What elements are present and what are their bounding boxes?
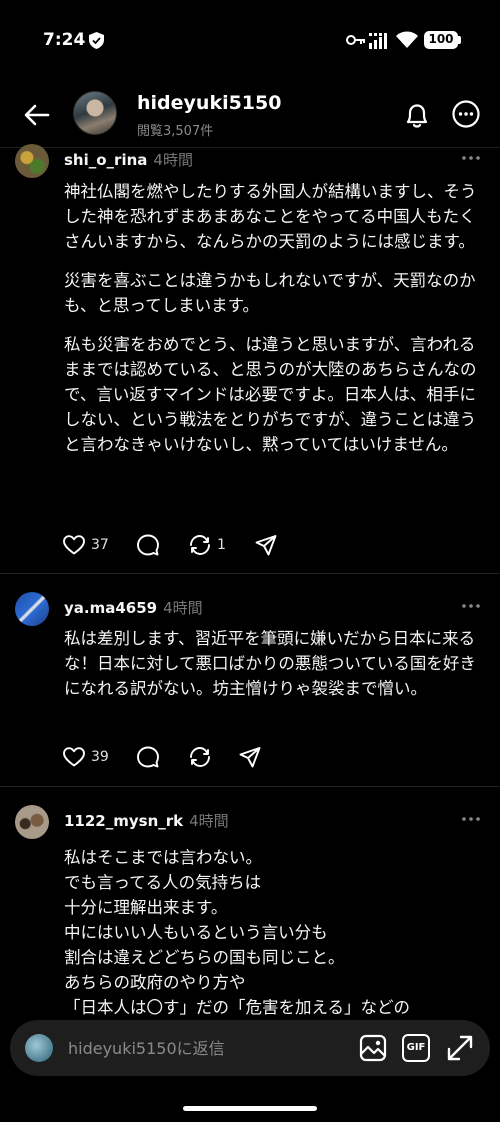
comment-body: 私は差別します、習近平を筆頭に嫌いだから日本に来るな！日本に対して悪口ばかりの悪…: [64, 626, 484, 715]
more-icon[interactable]: [452, 100, 480, 128]
repost-icon: [190, 747, 210, 767]
comment-line: でも言ってる人の気持ちは: [64, 873, 262, 892]
comment-line: あちらの政府のやり方や: [64, 973, 246, 992]
wifi-icon: [396, 31, 418, 48]
comment-paragraph: 神社仏閣を燃やしたりする外国人が結構いますし、そうした神を恐れずまあまあなことを…: [64, 182, 477, 251]
comment-paragraph: 私は差別します、習近平を筆頭に嫌いだから日本に来るな！日本に対して悪口ばかりの悪…: [64, 629, 476, 698]
share-icon: [255, 535, 277, 556]
heart-icon: [63, 747, 85, 767]
thread-header: hideyuki5150 閲覧3,507件: [0, 80, 500, 148]
comment-icon: [137, 534, 159, 556]
more-icon[interactable]: [460, 815, 482, 823]
more-icon[interactable]: [460, 154, 482, 162]
more-icon[interactable]: [460, 602, 482, 610]
reply-input[interactable]: [68, 1035, 348, 1061]
expand-icon[interactable]: [446, 1034, 474, 1062]
bell-icon[interactable]: [403, 101, 431, 129]
comment-paragraph: 私も災害をおめでとう、は違うと思いますが、言われるままでは認めている、と思うのが…: [64, 335, 477, 454]
divider: [0, 786, 500, 787]
like-button[interactable]: 37: [62, 533, 109, 557]
comment-time: 4時間: [163, 599, 203, 617]
heart-icon: [63, 535, 85, 555]
avatar[interactable]: [15, 805, 49, 839]
home-indicator[interactable]: [183, 1106, 317, 1111]
back-arrow-icon[interactable]: [22, 100, 52, 130]
view-count: 閲覧3,507件: [137, 124, 214, 139]
comment-time: 4時間: [189, 812, 229, 830]
comment-line: 割合は違えどどちらの国も同じこと。: [64, 948, 345, 967]
battery-tip: [458, 36, 461, 44]
like-count: 37: [91, 537, 109, 553]
comment-line: 中にはいい人もいるという言い分も: [64, 923, 328, 942]
comment-time: 4時間: [153, 151, 193, 169]
signal-icon: [369, 33, 387, 49]
share-button[interactable]: [254, 533, 278, 557]
status-bar: 7:24 100: [0, 0, 500, 80]
comment-body: 私はそこまでは言わない。 でも言ってる人の気持ちは 十分に理解出来ます。 中には…: [64, 845, 484, 1020]
avatar[interactable]: [15, 144, 49, 178]
repost-icon: [190, 535, 210, 555]
comment-username[interactable]: 1122_mysn_rk 4時間: [64, 810, 229, 831]
comment-line: 十分に理解出来ます。: [64, 898, 228, 917]
image-icon[interactable]: [359, 1034, 387, 1062]
comment-username[interactable]: shi_o_rina 4時間: [64, 149, 193, 170]
page-title[interactable]: hideyuki5150: [137, 92, 281, 114]
avatar[interactable]: [73, 91, 117, 135]
comment-username[interactable]: ya.ma4659 4時間: [64, 597, 203, 618]
repost-button[interactable]: [188, 745, 212, 769]
key-icon: [346, 35, 365, 45]
like-count: 39: [91, 749, 109, 765]
battery-indicator: 100: [424, 31, 458, 49]
status-time: 7:24: [43, 30, 86, 50]
shield-icon: [89, 32, 104, 49]
share-button[interactable]: [238, 745, 262, 769]
comment-icon: [137, 746, 159, 768]
comment-body: 神社仏閣を燃やしたりする外国人が結構いますし、そうした神を恐れずまあまあなことを…: [64, 179, 484, 471]
comment-line: 「日本人は〇す」だの「危害を加える」などの: [64, 998, 411, 1017]
comment-line: 私はそこまでは言わない。: [64, 848, 262, 867]
repost-button[interactable]: 1: [188, 533, 226, 557]
share-icon: [239, 747, 261, 768]
avatar: [25, 1034, 53, 1062]
gif-button[interactable]: GIF: [402, 1034, 430, 1062]
comment-button[interactable]: [136, 745, 160, 769]
like-button[interactable]: 39: [62, 745, 109, 769]
comment-button[interactable]: [136, 533, 160, 557]
reply-bar: GIF: [10, 1020, 490, 1076]
divider: [0, 573, 500, 574]
comment-paragraph: 災害を喜ぶことは違うかもしれないですが、天罰なのかも、と思ってしまいます。: [64, 271, 476, 315]
repost-count: 1: [217, 537, 226, 553]
avatar[interactable]: [15, 592, 49, 626]
